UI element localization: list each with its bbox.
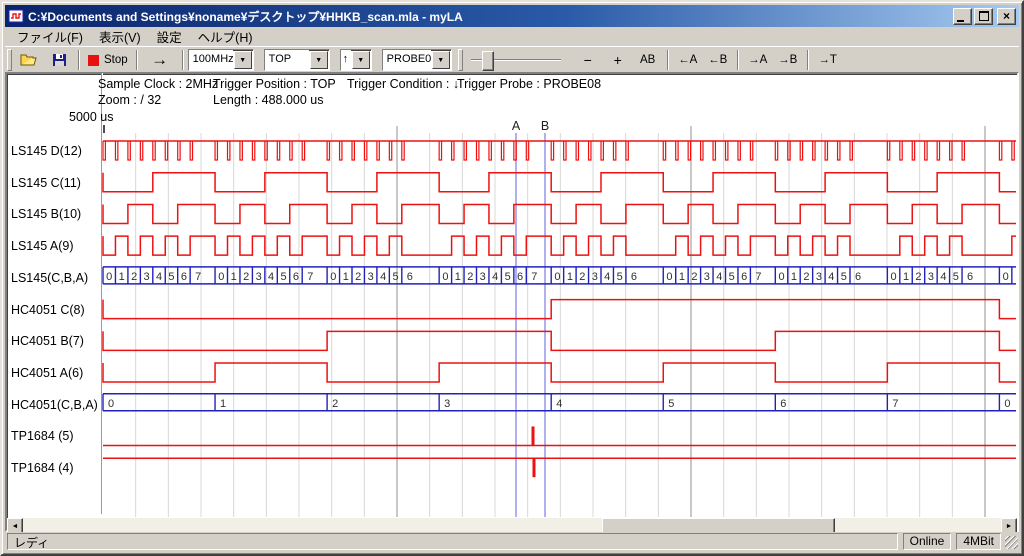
toolbar-grip [7, 49, 12, 71]
goto-t-label: →T [818, 54, 837, 66]
sample-clock-combo[interactable]: 100MHz ▼ [188, 49, 254, 71]
minimize-icon [957, 20, 964, 22]
goto-a-label: ←A [678, 54, 697, 66]
trigger-position-combo[interactable]: TOP ▼ [264, 49, 330, 71]
set-b-label: →B [778, 54, 797, 66]
dropdown-arrow-icon[interactable]: ▼ [432, 51, 450, 69]
run-button[interactable]: → [142, 49, 178, 71]
status-message: レディ [7, 533, 898, 550]
close-icon: × [1003, 11, 1010, 21]
zoom-slider-handle[interactable] [482, 51, 494, 71]
waveform-client-area [5, 72, 1019, 532]
open-file-button[interactable] [14, 49, 44, 71]
set-cursor-a-button[interactable]: →A [743, 49, 773, 71]
window-title: C:¥Documents and Settings¥noname¥デスクトップ¥… [28, 8, 951, 25]
floppy-icon [52, 53, 67, 67]
toolbar-separator [737, 50, 739, 70]
toolbar-separator [182, 50, 184, 70]
stop-label: Stop [104, 54, 128, 66]
status-memory: 4MBit [956, 533, 1001, 550]
goto-trigger-button[interactable]: →T [813, 49, 843, 71]
toolbar-separator [667, 50, 669, 70]
sample-clock-value: 100MHz [189, 50, 233, 70]
set-cursor-b-button[interactable]: →B [773, 49, 803, 71]
run-arrow-icon: → [151, 50, 168, 70]
save-button[interactable] [44, 49, 74, 71]
minus-icon: − [584, 52, 592, 68]
statusbar: レディ Online 4MBit [5, 532, 1019, 551]
toolbar-separator [136, 50, 138, 70]
open-folder-icon [20, 53, 38, 67]
stop-button[interactable]: Stop [84, 49, 132, 71]
dropdown-arrow-icon[interactable]: ▼ [234, 51, 252, 69]
status-online: Online [903, 533, 952, 550]
trigger-edge-combo[interactable]: ↑ ▼ [340, 49, 372, 71]
maximize-button[interactable] [974, 8, 993, 25]
dropdown-arrow-icon[interactable]: ▼ [310, 51, 328, 69]
app-window: C:¥Documents and Settings¥noname¥デスクトップ¥… [0, 0, 1024, 556]
zoom-ab-button[interactable]: AB [633, 49, 663, 71]
close-button[interactable]: × [997, 8, 1016, 25]
trigger-probe-value: PROBE00 [383, 50, 431, 70]
goto-cursor-b-button[interactable]: ←B [703, 49, 733, 71]
stop-icon [88, 55, 99, 66]
menu-item-settings[interactable]: 設定 [149, 25, 190, 48]
maximize-icon [979, 11, 989, 21]
trigger-position-value: TOP [265, 50, 309, 70]
plus-icon: + [614, 52, 622, 68]
dropdown-arrow-icon[interactable]: ▼ [352, 51, 370, 69]
app-icon [8, 8, 24, 24]
toolbar-separator [78, 50, 80, 70]
resize-grip-icon[interactable] [1005, 536, 1018, 549]
menubar: ファイル(F)表示(V)設定ヘルプ(H) [5, 27, 1019, 46]
menu-item-file[interactable]: ファイル(F) [9, 25, 91, 48]
toolbar-separator [807, 50, 809, 70]
menu-item-view[interactable]: 表示(V) [91, 25, 149, 48]
ab-label: AB [640, 54, 655, 66]
zoom-in-button[interactable]: + [603, 49, 633, 71]
trigger-probe-combo[interactable]: PROBE00 ▼ [382, 49, 452, 71]
minimize-button[interactable] [953, 8, 972, 25]
goto-b-label: ←B [708, 54, 727, 66]
zoom-out-button[interactable]: − [573, 49, 603, 71]
titlebar: C:¥Documents and Settings¥noname¥デスクトップ¥… [5, 5, 1019, 27]
trigger-edge-value: ↑ [341, 50, 351, 70]
set-a-label: →A [748, 54, 767, 66]
goto-cursor-a-button[interactable]: ←A [673, 49, 703, 71]
toolbar: Stop → 100MHz ▼ TOP ▼ ↑ ▼ PROBE00 ▼ − + … [5, 46, 1019, 73]
zoom-slider [471, 50, 561, 70]
toolbar-grip [458, 49, 463, 71]
menu-item-help[interactable]: ヘルプ(H) [190, 25, 261, 48]
